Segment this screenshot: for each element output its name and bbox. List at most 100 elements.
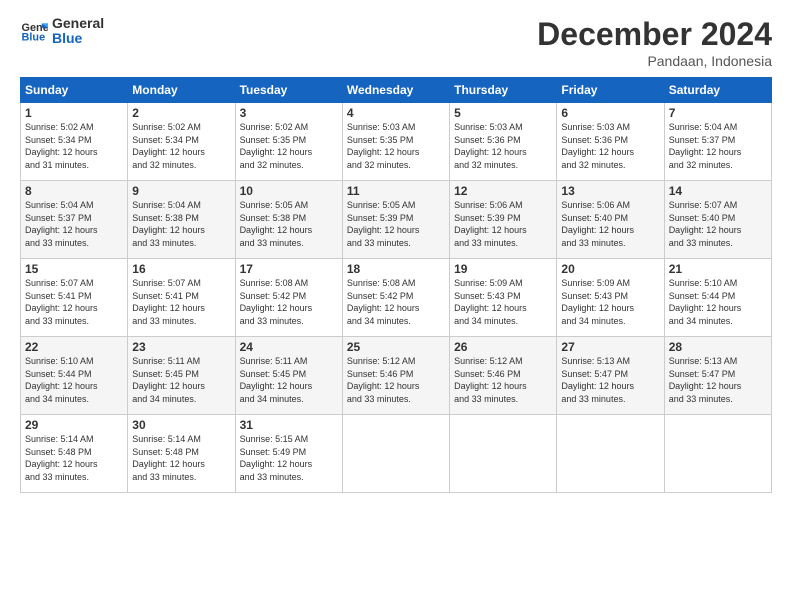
day-cell <box>664 415 771 493</box>
day-number: 3 <box>240 106 338 120</box>
day-number: 12 <box>454 184 552 198</box>
day-info: Sunrise: 5:07 AMSunset: 5:40 PMDaylight:… <box>669 199 767 249</box>
day-info: Sunrise: 5:13 AMSunset: 5:47 PMDaylight:… <box>669 355 767 405</box>
day-number: 13 <box>561 184 659 198</box>
day-cell: 15Sunrise: 5:07 AMSunset: 5:41 PMDayligh… <box>21 259 128 337</box>
page: General Blue General Blue December 2024 … <box>0 0 792 612</box>
day-cell: 21Sunrise: 5:10 AMSunset: 5:44 PMDayligh… <box>664 259 771 337</box>
day-cell: 11Sunrise: 5:05 AMSunset: 5:39 PMDayligh… <box>342 181 449 259</box>
day-number: 30 <box>132 418 230 432</box>
day-number: 20 <box>561 262 659 276</box>
day-info: Sunrise: 5:12 AMSunset: 5:46 PMDaylight:… <box>454 355 552 405</box>
day-cell: 8Sunrise: 5:04 AMSunset: 5:37 PMDaylight… <box>21 181 128 259</box>
header: General Blue General Blue December 2024 … <box>20 16 772 69</box>
day-info: Sunrise: 5:09 AMSunset: 5:43 PMDaylight:… <box>454 277 552 327</box>
day-number: 4 <box>347 106 445 120</box>
day-number: 16 <box>132 262 230 276</box>
day-cell: 1Sunrise: 5:02 AMSunset: 5:34 PMDaylight… <box>21 103 128 181</box>
day-number: 15 <box>25 262 123 276</box>
weekday-tuesday: Tuesday <box>235 78 342 103</box>
day-number: 28 <box>669 340 767 354</box>
day-number: 9 <box>132 184 230 198</box>
day-cell: 12Sunrise: 5:06 AMSunset: 5:39 PMDayligh… <box>450 181 557 259</box>
day-number: 11 <box>347 184 445 198</box>
day-number: 17 <box>240 262 338 276</box>
day-info: Sunrise: 5:04 AMSunset: 5:38 PMDaylight:… <box>132 199 230 249</box>
day-number: 6 <box>561 106 659 120</box>
day-info: Sunrise: 5:13 AMSunset: 5:47 PMDaylight:… <box>561 355 659 405</box>
day-cell: 14Sunrise: 5:07 AMSunset: 5:40 PMDayligh… <box>664 181 771 259</box>
day-info: Sunrise: 5:14 AMSunset: 5:48 PMDaylight:… <box>25 433 123 483</box>
day-cell: 24Sunrise: 5:11 AMSunset: 5:45 PMDayligh… <box>235 337 342 415</box>
day-cell: 20Sunrise: 5:09 AMSunset: 5:43 PMDayligh… <box>557 259 664 337</box>
logo-blue: Blue <box>52 31 104 46</box>
day-cell: 6Sunrise: 5:03 AMSunset: 5:36 PMDaylight… <box>557 103 664 181</box>
day-number: 23 <box>132 340 230 354</box>
day-number: 14 <box>669 184 767 198</box>
day-number: 25 <box>347 340 445 354</box>
day-cell: 22Sunrise: 5:10 AMSunset: 5:44 PMDayligh… <box>21 337 128 415</box>
weekday-thursday: Thursday <box>450 78 557 103</box>
svg-text:Blue: Blue <box>22 32 46 44</box>
day-number: 24 <box>240 340 338 354</box>
week-row-4: 22Sunrise: 5:10 AMSunset: 5:44 PMDayligh… <box>21 337 772 415</box>
day-number: 18 <box>347 262 445 276</box>
day-info: Sunrise: 5:07 AMSunset: 5:41 PMDaylight:… <box>25 277 123 327</box>
day-cell: 27Sunrise: 5:13 AMSunset: 5:47 PMDayligh… <box>557 337 664 415</box>
day-info: Sunrise: 5:14 AMSunset: 5:48 PMDaylight:… <box>132 433 230 483</box>
day-number: 26 <box>454 340 552 354</box>
week-row-2: 8Sunrise: 5:04 AMSunset: 5:37 PMDaylight… <box>21 181 772 259</box>
day-cell: 5Sunrise: 5:03 AMSunset: 5:36 PMDaylight… <box>450 103 557 181</box>
day-info: Sunrise: 5:05 AMSunset: 5:39 PMDaylight:… <box>347 199 445 249</box>
day-info: Sunrise: 5:06 AMSunset: 5:39 PMDaylight:… <box>454 199 552 249</box>
day-info: Sunrise: 5:11 AMSunset: 5:45 PMDaylight:… <box>240 355 338 405</box>
month-title: December 2024 <box>537 16 772 53</box>
day-number: 22 <box>25 340 123 354</box>
weekday-sunday: Sunday <box>21 78 128 103</box>
day-cell: 23Sunrise: 5:11 AMSunset: 5:45 PMDayligh… <box>128 337 235 415</box>
day-cell: 2Sunrise: 5:02 AMSunset: 5:34 PMDaylight… <box>128 103 235 181</box>
week-row-5: 29Sunrise: 5:14 AMSunset: 5:48 PMDayligh… <box>21 415 772 493</box>
day-cell: 31Sunrise: 5:15 AMSunset: 5:49 PMDayligh… <box>235 415 342 493</box>
day-info: Sunrise: 5:10 AMSunset: 5:44 PMDaylight:… <box>25 355 123 405</box>
week-row-1: 1Sunrise: 5:02 AMSunset: 5:34 PMDaylight… <box>21 103 772 181</box>
day-cell: 13Sunrise: 5:06 AMSunset: 5:40 PMDayligh… <box>557 181 664 259</box>
day-info: Sunrise: 5:04 AMSunset: 5:37 PMDaylight:… <box>25 199 123 249</box>
weekday-header-row: SundayMondayTuesdayWednesdayThursdayFrid… <box>21 78 772 103</box>
day-info: Sunrise: 5:02 AMSunset: 5:34 PMDaylight:… <box>132 121 230 171</box>
day-info: Sunrise: 5:03 AMSunset: 5:36 PMDaylight:… <box>454 121 552 171</box>
day-info: Sunrise: 5:09 AMSunset: 5:43 PMDaylight:… <box>561 277 659 327</box>
weekday-saturday: Saturday <box>664 78 771 103</box>
day-cell: 18Sunrise: 5:08 AMSunset: 5:42 PMDayligh… <box>342 259 449 337</box>
day-info: Sunrise: 5:02 AMSunset: 5:35 PMDaylight:… <box>240 121 338 171</box>
day-number: 5 <box>454 106 552 120</box>
day-cell: 3Sunrise: 5:02 AMSunset: 5:35 PMDaylight… <box>235 103 342 181</box>
location: Pandaan, Indonesia <box>537 53 772 69</box>
day-cell: 30Sunrise: 5:14 AMSunset: 5:48 PMDayligh… <box>128 415 235 493</box>
day-info: Sunrise: 5:06 AMSunset: 5:40 PMDaylight:… <box>561 199 659 249</box>
day-cell <box>342 415 449 493</box>
title-block: December 2024 Pandaan, Indonesia <box>537 16 772 69</box>
day-cell: 26Sunrise: 5:12 AMSunset: 5:46 PMDayligh… <box>450 337 557 415</box>
week-row-3: 15Sunrise: 5:07 AMSunset: 5:41 PMDayligh… <box>21 259 772 337</box>
day-number: 29 <box>25 418 123 432</box>
day-info: Sunrise: 5:08 AMSunset: 5:42 PMDaylight:… <box>347 277 445 327</box>
day-cell: 29Sunrise: 5:14 AMSunset: 5:48 PMDayligh… <box>21 415 128 493</box>
day-number: 27 <box>561 340 659 354</box>
day-info: Sunrise: 5:11 AMSunset: 5:45 PMDaylight:… <box>132 355 230 405</box>
day-info: Sunrise: 5:07 AMSunset: 5:41 PMDaylight:… <box>132 277 230 327</box>
day-cell: 10Sunrise: 5:05 AMSunset: 5:38 PMDayligh… <box>235 181 342 259</box>
day-info: Sunrise: 5:12 AMSunset: 5:46 PMDaylight:… <box>347 355 445 405</box>
day-cell: 9Sunrise: 5:04 AMSunset: 5:38 PMDaylight… <box>128 181 235 259</box>
weekday-wednesday: Wednesday <box>342 78 449 103</box>
day-cell: 16Sunrise: 5:07 AMSunset: 5:41 PMDayligh… <box>128 259 235 337</box>
day-cell: 25Sunrise: 5:12 AMSunset: 5:46 PMDayligh… <box>342 337 449 415</box>
day-cell: 17Sunrise: 5:08 AMSunset: 5:42 PMDayligh… <box>235 259 342 337</box>
day-info: Sunrise: 5:03 AMSunset: 5:36 PMDaylight:… <box>561 121 659 171</box>
calendar-table: SundayMondayTuesdayWednesdayThursdayFrid… <box>20 77 772 493</box>
day-cell: 4Sunrise: 5:03 AMSunset: 5:35 PMDaylight… <box>342 103 449 181</box>
weekday-friday: Friday <box>557 78 664 103</box>
day-info: Sunrise: 5:02 AMSunset: 5:34 PMDaylight:… <box>25 121 123 171</box>
logo: General Blue General Blue <box>20 16 104 47</box>
day-cell <box>450 415 557 493</box>
